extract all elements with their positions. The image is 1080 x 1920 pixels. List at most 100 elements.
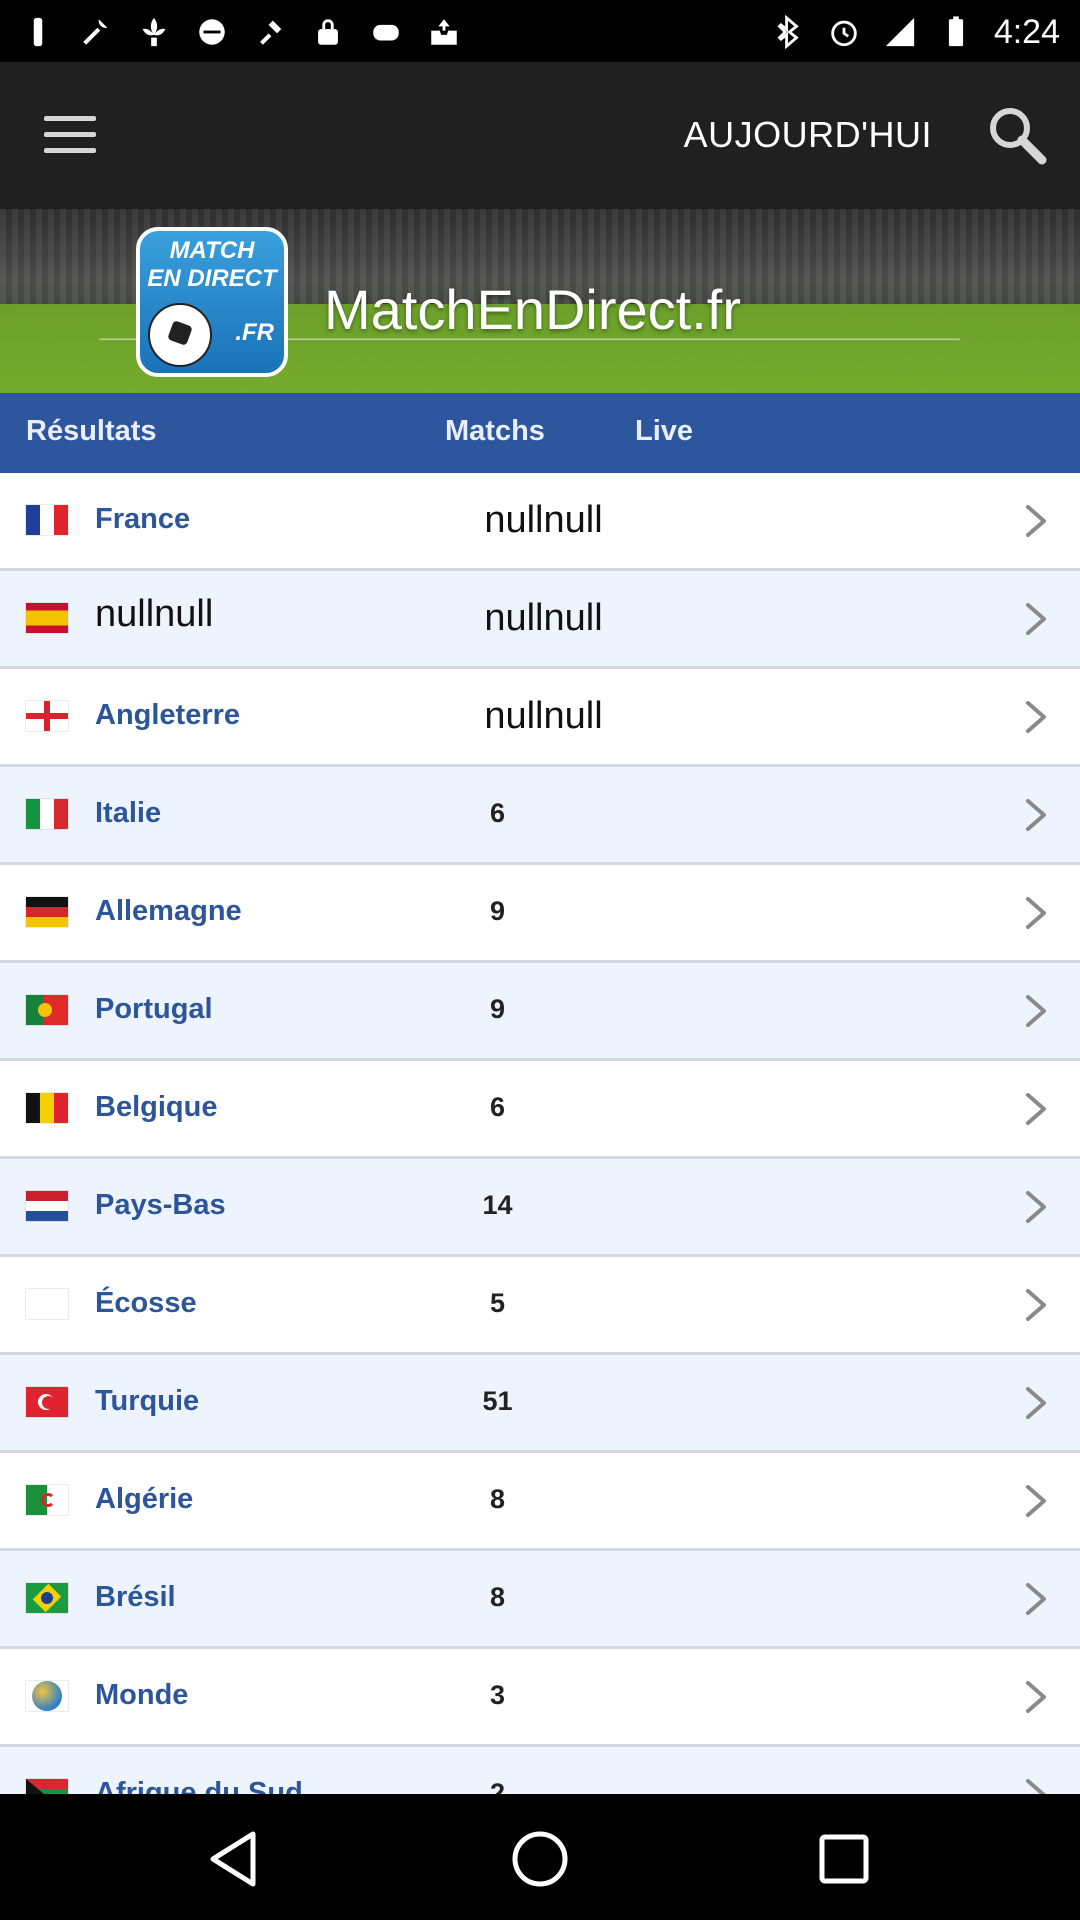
country-row[interactable]: Brésil 8	[0, 1551, 1080, 1649]
gamepad-icon	[368, 14, 404, 50]
home-circle-icon[interactable]	[505, 1824, 575, 1894]
country-row[interactable]: Italie 6	[0, 767, 1080, 865]
chevron-right-icon[interactable]	[1018, 1481, 1054, 1521]
bluetooth-icon	[770, 14, 806, 50]
country-row[interactable]: Allemagne 9	[0, 865, 1080, 963]
brazil-flag-icon	[26, 1583, 68, 1613]
country-row[interactable]: Afrique du Sud 2	[0, 1747, 1080, 1794]
turkey-flag-icon	[26, 1387, 68, 1417]
chevron-right-icon[interactable]	[1018, 1187, 1054, 1227]
country-row[interactable]: Monde 3	[0, 1649, 1080, 1747]
chevron-right-icon[interactable]	[1018, 1383, 1054, 1423]
wifi-alt-icon	[20, 14, 56, 50]
country-name: Italie	[95, 797, 162, 829]
tab-resultats[interactable]: Résultats	[26, 415, 157, 448]
country-name: Belgique	[95, 1091, 218, 1123]
country-name: Turquie	[95, 1385, 200, 1417]
match-count: 8	[489, 1582, 506, 1612]
tab-live[interactable]: Live	[635, 415, 693, 448]
match-count: nullnull	[484, 695, 603, 737]
satellite-icon	[252, 14, 288, 50]
chevron-right-icon[interactable]	[1018, 1285, 1054, 1325]
chevron-right-icon[interactable]	[1018, 1579, 1054, 1619]
match-count: 9	[489, 896, 506, 926]
country-name: Portugal	[95, 993, 213, 1025]
clock: 4:24	[993, 12, 1060, 51]
match-count: 14	[482, 1190, 513, 1220]
header-banner: MATCH EN DIRECT .FR MatchEnDirect.fr	[0, 209, 1080, 393]
country-name: Angleterre	[95, 699, 241, 731]
spain-flag-icon	[26, 603, 68, 633]
country-name: nullnull	[95, 593, 214, 635]
world-flag-icon	[26, 1681, 68, 1711]
country-row[interactable]: Portugal 9	[0, 963, 1080, 1061]
match-count: 51	[482, 1386, 513, 1416]
wrench-icon	[78, 14, 114, 50]
country-name: Brésil	[95, 1581, 176, 1613]
scotland-flag-icon	[26, 1289, 68, 1319]
chevron-right-icon[interactable]	[1018, 1089, 1054, 1129]
lock-icon	[310, 14, 346, 50]
soccer-ball-icon	[148, 303, 212, 367]
today-button[interactable]: AUJOURD'HUI	[684, 114, 932, 156]
country-name: Afrique du Sud	[95, 1777, 303, 1794]
alarm-icon	[826, 14, 862, 50]
signal-icon	[882, 14, 918, 50]
country-name: Écosse	[95, 1287, 197, 1319]
chevron-right-icon[interactable]	[1018, 991, 1054, 1031]
system-icons: 4:24	[770, 10, 1060, 54]
match-count: 3	[489, 1680, 506, 1710]
match-count: nullnull	[484, 597, 603, 639]
france-flag-icon	[26, 505, 68, 535]
tray-icon	[426, 14, 462, 50]
chevron-right-icon[interactable]	[1018, 795, 1054, 835]
chevron-right-icon[interactable]	[1018, 1677, 1054, 1717]
chevron-right-icon[interactable]	[1018, 501, 1054, 541]
country-name: France	[95, 503, 191, 535]
chevron-right-icon[interactable]	[1018, 1775, 1054, 1794]
fleur-icon	[136, 14, 172, 50]
chevron-right-icon[interactable]	[1018, 599, 1054, 639]
germany-flag-icon	[26, 897, 68, 927]
app-logo: MATCH EN DIRECT .FR	[136, 227, 288, 377]
search-icon[interactable]	[984, 102, 1050, 168]
app-bar: AUJOURD'HUI	[0, 62, 1080, 209]
country-row[interactable]: Algérie 8	[0, 1453, 1080, 1551]
navigation-bar	[0, 1794, 1080, 1920]
country-name: Algérie	[95, 1483, 194, 1515]
country-row[interactable]: Pays-Bas 14	[0, 1159, 1080, 1257]
match-count: 6	[489, 1092, 506, 1122]
chevron-right-icon[interactable]	[1018, 893, 1054, 933]
belgium-flag-icon	[26, 1093, 68, 1123]
country-row[interactable]: Angleterre nullnull	[0, 669, 1080, 767]
match-count: 5	[489, 1288, 506, 1318]
match-count: 8	[489, 1484, 506, 1514]
country-list: France nullnull nullnull nullnull Angleterre…	[0, 473, 1080, 1794]
algeria-flag-icon	[26, 1485, 68, 1515]
tab-bar: Résultats Matchs Live	[0, 393, 1080, 473]
england-flag-icon	[26, 701, 68, 731]
country-row[interactable]: Turquie 51	[0, 1355, 1080, 1453]
netherlands-flag-icon	[26, 1191, 68, 1221]
site-title: MatchEnDirect.fr	[324, 278, 741, 341]
battery-icon	[938, 14, 974, 50]
country-row[interactable]: Belgique 6	[0, 1061, 1080, 1159]
recents-square-icon[interactable]	[809, 1824, 879, 1894]
match-count: nullnull	[484, 499, 603, 541]
status-bar: 4:24	[0, 0, 1080, 62]
country-name: Allemagne	[95, 895, 242, 927]
back-triangle-icon[interactable]	[201, 1824, 271, 1894]
chevron-right-icon[interactable]	[1018, 697, 1054, 737]
country-name: Monde	[95, 1679, 189, 1711]
match-count: 2	[489, 1778, 506, 1794]
notification-icons	[20, 10, 462, 54]
country-row[interactable]: France nullnull	[0, 473, 1080, 571]
tab-matchs[interactable]: Matchs	[445, 415, 545, 448]
hamburger-menu-icon[interactable]	[44, 112, 98, 158]
country-row[interactable]: nullnull nullnull	[0, 571, 1080, 669]
italy-flag-icon	[26, 799, 68, 829]
vpn-icon	[194, 14, 230, 50]
country-row[interactable]: Écosse 5	[0, 1257, 1080, 1355]
country-name: Pays-Bas	[95, 1189, 226, 1221]
match-count: 6	[489, 798, 506, 828]
